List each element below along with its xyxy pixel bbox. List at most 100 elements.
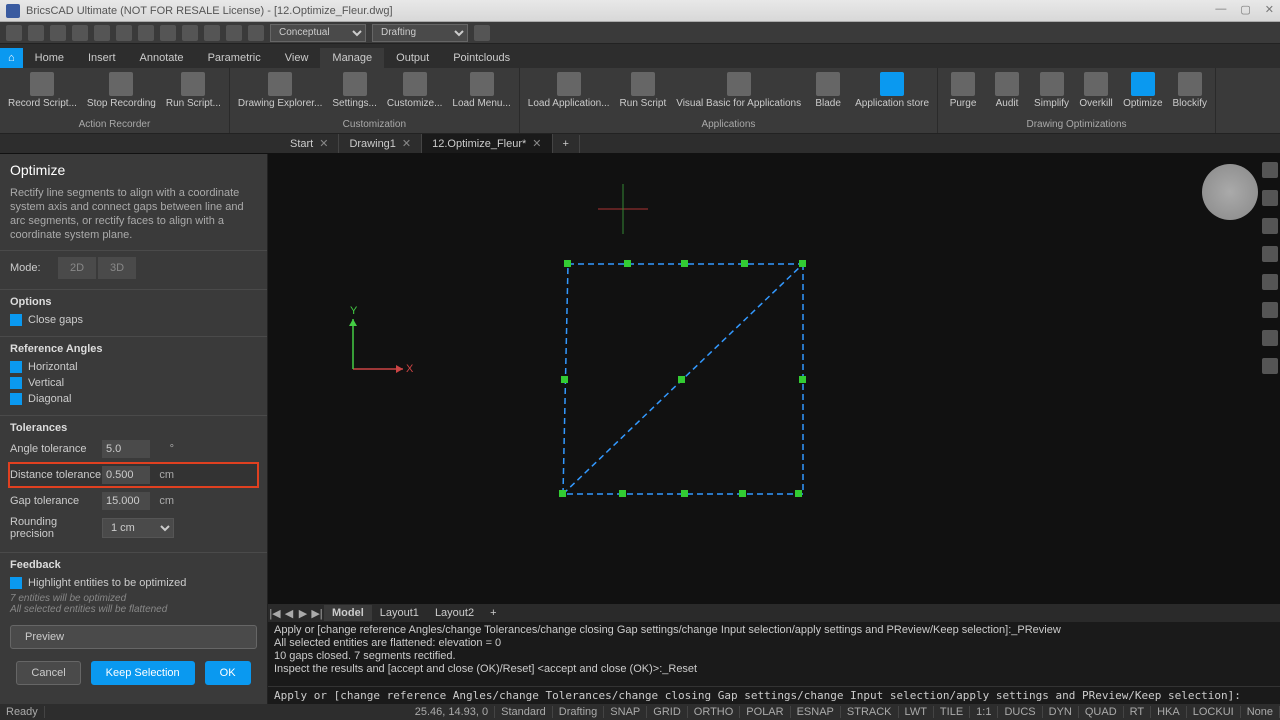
- sidebar-icon[interactable]: [1262, 274, 1278, 290]
- audit-button[interactable]: Audit: [986, 70, 1028, 111]
- sidebar-icon[interactable]: [1262, 190, 1278, 206]
- status-scale[interactable]: 1:1: [970, 706, 998, 718]
- sidebar-icon[interactable]: [1262, 218, 1278, 234]
- distance-tol-input[interactable]: [102, 466, 150, 484]
- customize-button[interactable]: Customize...: [383, 70, 447, 111]
- ribbon-tab-view[interactable]: View: [273, 48, 321, 68]
- new-tab-button[interactable]: +: [553, 135, 580, 153]
- status-rt[interactable]: RT: [1124, 706, 1151, 718]
- layout-nav-last[interactable]: ▶|: [310, 607, 324, 620]
- qat-icon[interactable]: [72, 25, 88, 41]
- qat-icon[interactable]: [6, 25, 22, 41]
- view-cube[interactable]: [1202, 164, 1258, 220]
- status-drafting[interactable]: Drafting: [553, 706, 605, 718]
- maximize-icon[interactable]: ▢: [1240, 3, 1250, 16]
- status-snap[interactable]: SNAP: [604, 706, 647, 718]
- doc-tab-start[interactable]: Start✕: [280, 134, 339, 153]
- angle-tol-input[interactable]: [102, 440, 150, 458]
- layout-tab-layout1[interactable]: Layout1: [372, 605, 427, 621]
- status-none[interactable]: None: [1241, 706, 1280, 718]
- ribbon-tab-annotate[interactable]: Annotate: [128, 48, 196, 68]
- ribbon-tab-pointclouds[interactable]: Pointclouds: [441, 48, 522, 68]
- qat-icon[interactable]: [28, 25, 44, 41]
- run-script-button[interactable]: Run Script...: [162, 70, 225, 111]
- app-store-button[interactable]: Application store: [851, 70, 933, 111]
- run-script2-button[interactable]: Run Script: [616, 70, 671, 111]
- visual-style-select[interactable]: Conceptual: [270, 24, 366, 42]
- ribbon-home-icon[interactable]: ⌂: [0, 48, 23, 68]
- blade-button[interactable]: Blade: [807, 70, 849, 111]
- ribbon-tab-home[interactable]: Home: [23, 48, 76, 68]
- sidebar-icon[interactable]: [1262, 162, 1278, 178]
- stop-recording-button[interactable]: Stop Recording: [83, 70, 160, 111]
- keep-selection-button[interactable]: Keep Selection: [91, 661, 195, 685]
- close-icon[interactable]: ✕: [532, 137, 541, 150]
- sidebar-icon[interactable]: [1262, 358, 1278, 374]
- close-icon[interactable]: ✕: [402, 137, 411, 150]
- status-lockui[interactable]: LOCKUI: [1187, 706, 1241, 718]
- qat-icon[interactable]: [138, 25, 154, 41]
- qat-icon[interactable]: [50, 25, 66, 41]
- ribbon-tab-insert[interactable]: Insert: [76, 48, 128, 68]
- drawing-explorer-button[interactable]: Drawing Explorer...: [234, 70, 326, 111]
- status-dyn[interactable]: DYN: [1043, 706, 1079, 718]
- sidebar-icon[interactable]: [1262, 330, 1278, 346]
- highlight-checkbox[interactable]: [10, 577, 22, 589]
- qat-icon[interactable]: [116, 25, 132, 41]
- qat-icon[interactable]: [182, 25, 198, 41]
- ribbon-tab-parametric[interactable]: Parametric: [196, 48, 273, 68]
- status-grid[interactable]: GRID: [647, 706, 688, 718]
- status-lwt[interactable]: LWT: [899, 706, 934, 718]
- settings-button[interactable]: Settings...: [328, 70, 380, 111]
- status-units[interactable]: Standard: [495, 706, 553, 718]
- layout-nav-next[interactable]: ▶: [296, 607, 310, 620]
- simplify-button[interactable]: Simplify: [1030, 70, 1073, 111]
- close-gaps-checkbox[interactable]: [10, 314, 22, 326]
- doc-tab-optimize-fleur[interactable]: 12.Optimize_Fleur*✕: [422, 134, 552, 153]
- layout-tab-add[interactable]: +: [482, 605, 504, 621]
- workspace-select[interactable]: Drafting: [372, 24, 468, 42]
- load-app-button[interactable]: Load Application...: [524, 70, 614, 111]
- command-line-input[interactable]: Apply or [change reference Angles/change…: [268, 686, 1280, 704]
- status-esnap[interactable]: ESNAP: [791, 706, 841, 718]
- cancel-button[interactable]: Cancel: [16, 661, 80, 685]
- mode-2d-button[interactable]: 2D: [58, 257, 96, 279]
- blockify-button[interactable]: Blockify: [1169, 70, 1211, 111]
- gap-tol-input[interactable]: [102, 492, 150, 510]
- qat-icon[interactable]: [204, 25, 220, 41]
- ribbon-tab-manage[interactable]: Manage: [320, 48, 384, 68]
- record-script-button[interactable]: Record Script...: [4, 70, 81, 111]
- ribbon-tab-output[interactable]: Output: [384, 48, 441, 68]
- close-icon[interactable]: ✕: [1265, 3, 1274, 16]
- doc-tab-drawing1[interactable]: Drawing1✕: [339, 134, 422, 153]
- layout-nav-prev[interactable]: ◀: [282, 607, 296, 620]
- preview-button[interactable]: Preview: [10, 625, 257, 649]
- purge-button[interactable]: Purge: [942, 70, 984, 111]
- vertical-checkbox[interactable]: [10, 377, 22, 389]
- qat-icon[interactable]: [248, 25, 264, 41]
- status-tile[interactable]: TILE: [934, 706, 970, 718]
- ok-button[interactable]: OK: [205, 661, 251, 685]
- qat-icon[interactable]: [94, 25, 110, 41]
- layout-nav-first[interactable]: |◀: [268, 607, 282, 620]
- mode-3d-button[interactable]: 3D: [98, 257, 136, 279]
- minimize-icon[interactable]: —: [1215, 3, 1226, 16]
- status-polar[interactable]: POLAR: [740, 706, 790, 718]
- overkill-button[interactable]: Overkill: [1075, 70, 1117, 111]
- rounding-select[interactable]: 1 cm: [102, 518, 174, 538]
- layout-tab-layout2[interactable]: Layout2: [427, 605, 482, 621]
- help-icon[interactable]: [474, 25, 490, 41]
- status-ducs[interactable]: DUCS: [998, 706, 1042, 718]
- sidebar-icon[interactable]: [1262, 246, 1278, 262]
- status-quad[interactable]: QUAD: [1079, 706, 1124, 718]
- horizontal-checkbox[interactable]: [10, 361, 22, 373]
- status-hka[interactable]: HKA: [1151, 706, 1187, 718]
- qat-icon[interactable]: [226, 25, 242, 41]
- layout-tab-model[interactable]: Model: [324, 605, 372, 621]
- status-strack[interactable]: STRACK: [841, 706, 899, 718]
- load-menu-button[interactable]: Load Menu...: [448, 70, 514, 111]
- optimize-button[interactable]: Optimize: [1119, 70, 1166, 111]
- drawing-canvas[interactable]: X Y: [268, 154, 1280, 604]
- status-ortho[interactable]: ORTHO: [688, 706, 741, 718]
- qat-icon[interactable]: [160, 25, 176, 41]
